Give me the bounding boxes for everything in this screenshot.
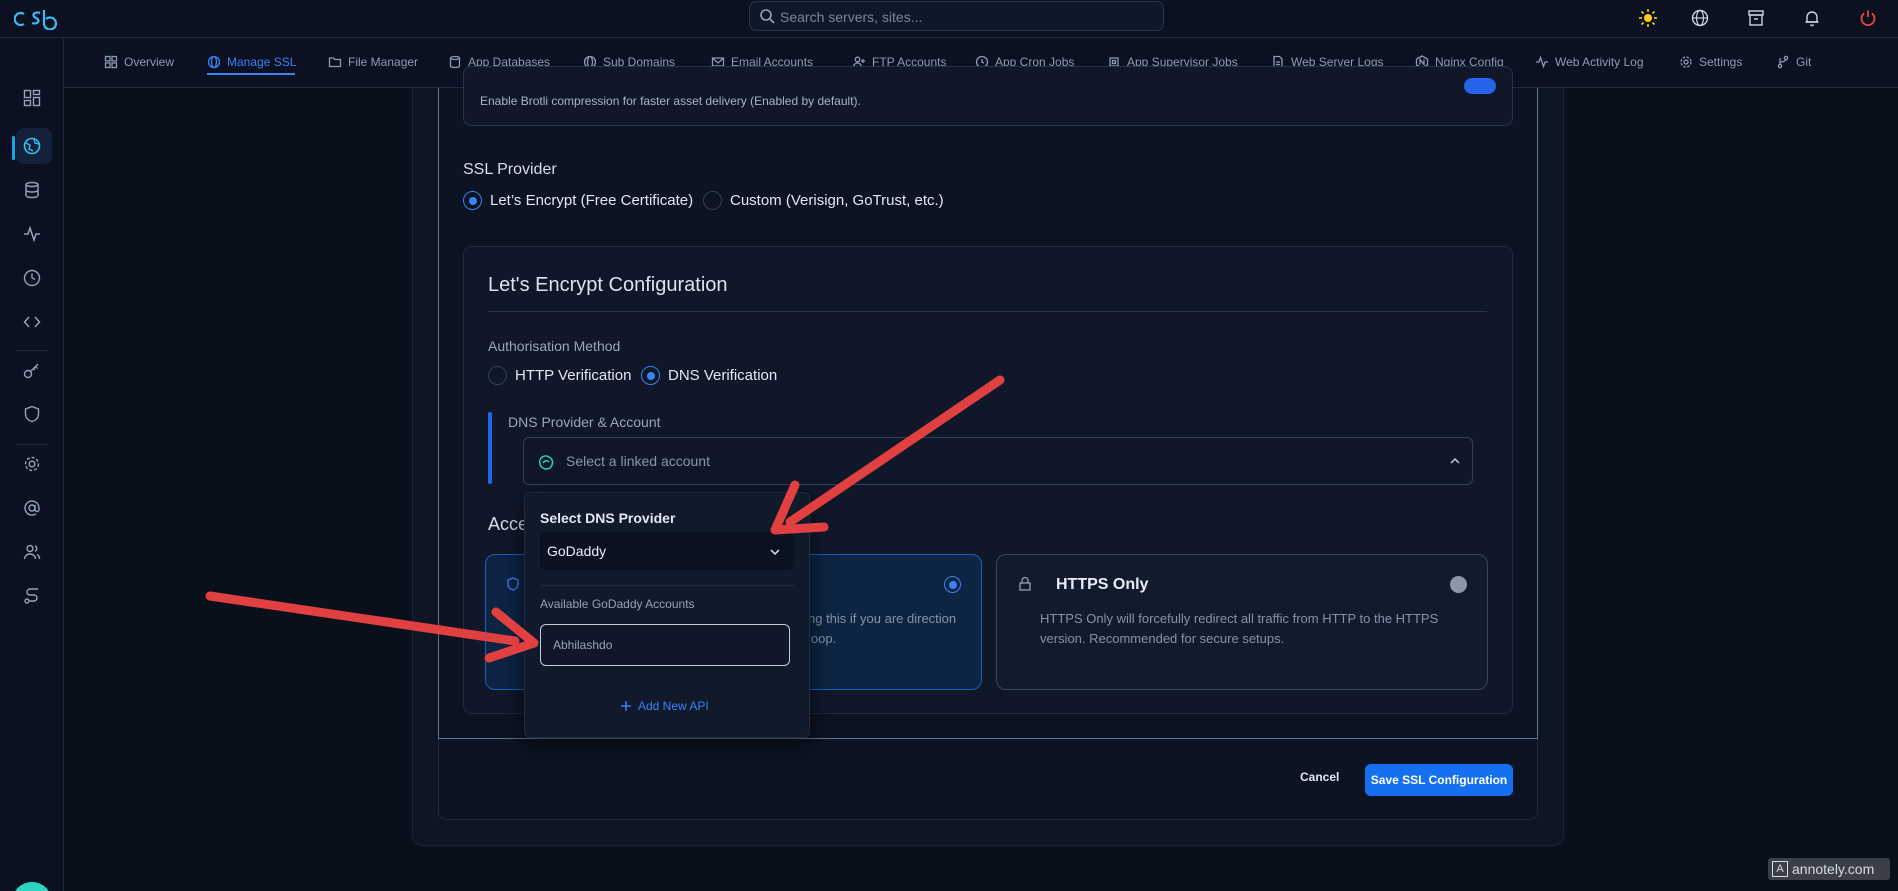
watermark: A annotely.com <box>1768 858 1890 880</box>
sun-icon[interactable] <box>1634 4 1662 32</box>
radio-button[interactable] <box>488 366 507 385</box>
tab-manage-ssl[interactable]: Manage SSL <box>207 50 296 74</box>
at-sign-icon[interactable] <box>18 494 46 522</box>
add-new-api-button[interactable]: Add New API <box>620 699 709 713</box>
option-label: DNS Verification <box>668 367 778 384</box>
gear-icon[interactable] <box>18 450 46 478</box>
https-only-title: HTTPS Only <box>1056 576 1149 593</box>
https-only-description: HTTPS Only will forcefully redirect all … <box>1040 611 1439 646</box>
chevron-up-icon <box>1450 458 1460 464</box>
dropdown-title: Select DNS Provider <box>540 510 676 526</box>
chevron-down-icon <box>770 549 780 556</box>
auth-method-label: Authorisation Method <box>488 338 621 354</box>
selected-provider: GoDaddy <box>547 543 607 559</box>
globe-icon[interactable] <box>1686 4 1714 32</box>
tab-web-activity-log[interactable]: Web Activity Log <box>1535 50 1644 74</box>
account-input[interactable] <box>540 624 790 666</box>
shield-icon <box>507 577 519 591</box>
key-icon[interactable] <box>18 356 46 384</box>
dns-section-accent <box>488 412 492 484</box>
globe-icon <box>207 55 221 69</box>
bell-icon[interactable] <box>1798 4 1826 32</box>
auth-option-dns[interactable]: DNS Verification <box>641 366 777 385</box>
tab-settings[interactable]: Settings <box>1679 50 1742 74</box>
avatar[interactable] <box>12 882 52 891</box>
route-icon[interactable] <box>18 582 46 610</box>
save-ssl-button[interactable]: Save SSL Configuration <box>1365 764 1513 796</box>
users-icon[interactable] <box>18 538 46 566</box>
tab-label: Overview <box>124 55 175 69</box>
tab-overview[interactable]: Overview <box>104 50 174 74</box>
globe-icon[interactable] <box>18 132 46 160</box>
tab-label: Manage SSL <box>227 55 297 69</box>
activity-icon <box>1535 55 1549 69</box>
option-label: HTTP Verification <box>515 367 632 384</box>
cancel-button[interactable]: Cancel <box>1300 770 1339 784</box>
active-tab-underline <box>207 73 295 75</box>
rail-active-indicator <box>12 136 15 160</box>
search-box[interactable] <box>749 1 1164 31</box>
left-rail <box>0 38 64 891</box>
dns-select-placeholder: Select a linked account <box>566 453 710 469</box>
folder-icon <box>328 55 342 69</box>
https-only-radio[interactable] <box>1450 576 1467 593</box>
radio-button[interactable] <box>641 366 660 385</box>
tab-file-manager[interactable]: File Manager <box>328 50 418 74</box>
linked-account-icon <box>538 455 554 470</box>
database-icon[interactable] <box>18 176 46 204</box>
activity-icon[interactable] <box>18 220 46 248</box>
brotli-toggle[interactable] <box>1464 78 1496 94</box>
access-option-radio-selected[interactable] <box>944 576 961 593</box>
option-label: Custom (Verisign, GoTrust, etc.) <box>730 192 944 209</box>
access-label: Acce <box>488 514 529 534</box>
tab-label: File Manager <box>348 55 419 69</box>
letsencrypt-config-title: Let's Encrypt Configuration <box>488 274 728 296</box>
dns-provider-label: DNS Provider & Account <box>508 414 661 430</box>
lock-icon <box>1019 576 1031 591</box>
tab-label: Git <box>1796 55 1812 69</box>
app-logo[interactable] <box>14 6 58 30</box>
ssl-provider-option-letsencrypt[interactable]: Let’s Encrypt (Free Certificate) <box>463 191 693 210</box>
rail-divider <box>16 350 48 351</box>
tab-git[interactable]: Git <box>1776 50 1811 74</box>
code-icon[interactable] <box>18 308 46 336</box>
ssl-provider-label: SSL Provider <box>463 161 557 178</box>
access-option-description: ng this if you are direction loop. <box>808 611 957 646</box>
auth-option-http[interactable]: HTTP Verification <box>488 366 631 385</box>
clock-icon[interactable] <box>18 264 46 292</box>
power-icon[interactable] <box>1854 4 1882 32</box>
tab-label: Settings <box>1699 55 1743 69</box>
database-icon <box>448 55 462 69</box>
search-input[interactable] <box>780 7 1150 27</box>
plus-icon <box>621 701 631 711</box>
radio-button[interactable] <box>463 191 482 210</box>
grid-icon <box>104 55 118 69</box>
gear-icon <box>1679 55 1693 69</box>
dropdown-divider <box>540 585 794 586</box>
option-label: Let’s Encrypt (Free Certificate) <box>490 192 694 209</box>
radio-button[interactable] <box>703 191 722 210</box>
archive-icon[interactable] <box>1742 4 1770 32</box>
top-bar <box>0 0 1898 38</box>
ssl-provider-option-custom[interactable]: Custom (Verisign, GoTrust, etc.) <box>703 191 944 210</box>
available-accounts-label: Available GoDaddy Accounts <box>540 597 695 611</box>
rail-divider <box>16 444 48 445</box>
add-new-api-label: Add New API <box>638 699 709 713</box>
search-icon <box>760 9 775 24</box>
tab-label: Web Activity Log <box>1555 55 1644 69</box>
shield-icon[interactable] <box>18 400 46 428</box>
watermark-logo-icon: A <box>1772 861 1788 877</box>
git-icon <box>1776 55 1790 69</box>
dashboard-icon[interactable] <box>18 84 46 112</box>
section-divider <box>488 311 1487 312</box>
watermark-text: annotely.com <box>1792 861 1875 877</box>
brotli-description: Enable Brotli compression for faster ass… <box>480 94 861 108</box>
